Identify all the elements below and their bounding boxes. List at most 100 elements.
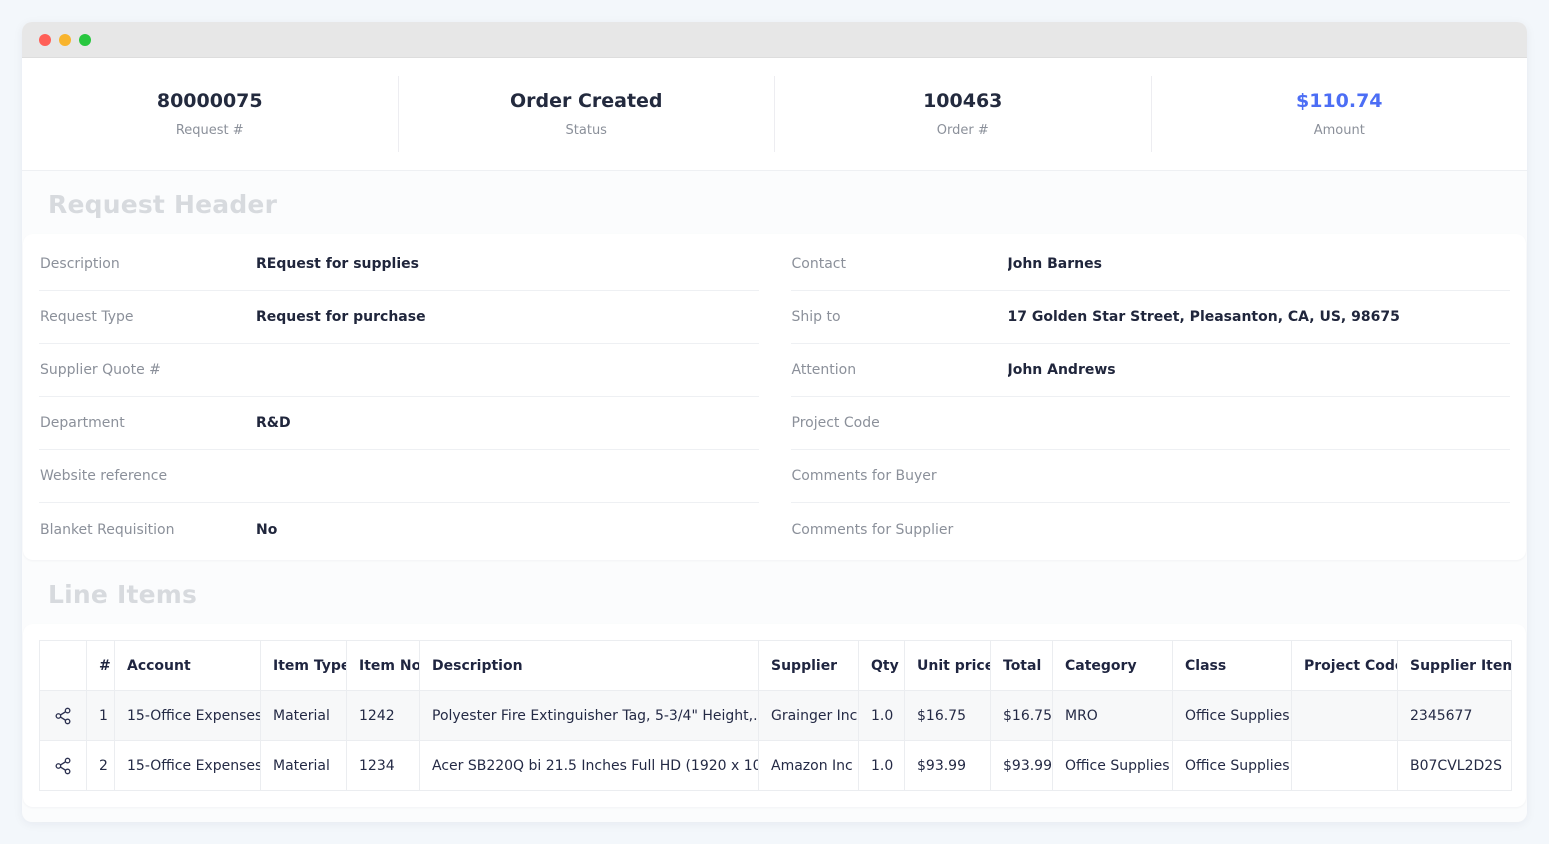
request-number-label: Request #: [22, 123, 398, 138]
request-header-card: Description REquest for supplies Request…: [23, 234, 1526, 560]
stat-status: Order Created Status: [399, 76, 776, 152]
field-project-code: Project Code: [791, 397, 1511, 450]
minimize-window-icon[interactable]: [59, 34, 71, 46]
cell-num: 2: [87, 741, 115, 791]
field-website-reference: Website reference: [39, 450, 759, 503]
amount-label: Amount: [1152, 123, 1528, 138]
line-items-card: # Account Item Type Item No Description …: [23, 624, 1526, 807]
table-row[interactable]: 1 15-Office Expenses Material 1242 Polye…: [40, 691, 1512, 741]
cell-description: Polyester Fire Extinguisher Tag, 5-3/4" …: [420, 691, 759, 741]
col-header-account: Account: [115, 641, 261, 691]
line-items-table: # Account Item Type Item No Description …: [39, 640, 1512, 791]
stat-request-number: 80000075 Request #: [22, 76, 399, 152]
field-label: Attention: [791, 362, 1008, 378]
cell-supplier: Amazon Inc: [759, 741, 859, 791]
row-actions-cell: [40, 691, 87, 741]
field-label: Blanket Requisition: [39, 522, 256, 538]
status-label: Status: [399, 123, 775, 138]
field-contact: Contact John Barnes: [791, 238, 1511, 291]
cell-num: 1: [87, 691, 115, 741]
col-header-class: Class: [1173, 641, 1292, 691]
table-row[interactable]: 2 15-Office Expenses Material 1234 Acer …: [40, 741, 1512, 791]
cell-category: Office Supplies: [1053, 741, 1173, 791]
field-label: Contact: [791, 256, 1008, 272]
cell-supplier-item: B07CVL2D2S: [1398, 741, 1512, 791]
cell-supplier-item: 2345677: [1398, 691, 1512, 741]
window-titlebar: [22, 22, 1527, 58]
share-icon[interactable]: [53, 756, 73, 776]
field-comments-for-buyer: Comments for Buyer: [791, 450, 1511, 503]
field-label: Supplier Quote #: [39, 362, 256, 378]
cell-item-no: 1234: [347, 741, 420, 791]
field-ship-to: Ship to 17 Golden Star Street, Pleasanto…: [791, 291, 1511, 344]
col-header-qty: Qty: [859, 641, 905, 691]
cell-supplier: Grainger Inc.: [759, 691, 859, 741]
close-window-icon[interactable]: [39, 34, 51, 46]
field-supplier-quote: Supplier Quote #: [39, 344, 759, 397]
cell-description: Acer SB220Q bi 21.5 Inches Full HD (1920…: [420, 741, 759, 791]
cell-class: Office Supplies: [1173, 741, 1292, 791]
cell-class: Office Supplies: [1173, 691, 1292, 741]
field-value: R&D: [256, 415, 291, 431]
field-label: Project Code: [791, 415, 1008, 431]
cell-category: MRO: [1053, 691, 1173, 741]
status-value: Order Created: [399, 90, 775, 112]
cell-total: $16.75: [991, 691, 1053, 741]
col-header-supplier: Supplier: [759, 641, 859, 691]
cell-item-type: Material: [261, 741, 347, 791]
stat-amount: $110.74 Amount: [1152, 76, 1528, 152]
cell-qty: 1.0: [859, 691, 905, 741]
col-header-item-type: Item Type: [261, 641, 347, 691]
field-request-type: Request Type Request for purchase: [39, 291, 759, 344]
col-header-supplier-item: Supplier Item #: [1398, 641, 1512, 691]
field-label: Request Type: [39, 309, 256, 325]
cell-unit-price: $16.75: [905, 691, 991, 741]
cell-unit-price: $93.99: [905, 741, 991, 791]
col-header-num: #: [87, 641, 115, 691]
field-value: Request for purchase: [256, 309, 426, 325]
summary-stats-bar: 80000075 Request # Order Created Status …: [22, 58, 1527, 170]
field-value: 17 Golden Star Street, Pleasanton, CA, U…: [1008, 309, 1400, 325]
col-header-category: Category: [1053, 641, 1173, 691]
cell-account: 15-Office Expenses: [115, 741, 261, 791]
cell-item-type: Material: [261, 691, 347, 741]
field-department: Department R&D: [39, 397, 759, 450]
row-actions-cell: [40, 741, 87, 791]
field-description: Description REquest for supplies: [39, 238, 759, 291]
col-header-project-code: Project Code: [1292, 641, 1398, 691]
app-window: 80000075 Request # Order Created Status …: [22, 22, 1527, 822]
field-value: John Barnes: [1008, 256, 1102, 272]
field-value: No: [256, 522, 277, 538]
cell-qty: 1.0: [859, 741, 905, 791]
cell-project-code: [1292, 741, 1398, 791]
col-header-total: Total: [991, 641, 1053, 691]
cell-account: 15-Office Expenses: [115, 691, 261, 741]
cell-item-no: 1242: [347, 691, 420, 741]
field-value: John Andrews: [1008, 362, 1116, 378]
col-header-description: Description: [420, 641, 759, 691]
stat-order-number: 100463 Order #: [775, 76, 1152, 152]
request-header-right-column: Contact John Barnes Ship to 17 Golden St…: [791, 238, 1511, 556]
field-label: Description: [39, 256, 256, 272]
field-attention: Attention John Andrews: [791, 344, 1511, 397]
maximize-window-icon[interactable]: [79, 34, 91, 46]
field-label: Website reference: [39, 468, 256, 484]
line-items-section-title: Line Items: [48, 580, 1527, 609]
field-label: Comments for Supplier: [791, 522, 1008, 538]
table-header-row: # Account Item Type Item No Description …: [40, 641, 1512, 691]
field-label: Comments for Buyer: [791, 468, 1008, 484]
field-comments-for-supplier: Comments for Supplier: [791, 503, 1511, 556]
field-label: Ship to: [791, 309, 1008, 325]
request-number-value: 80000075: [22, 90, 398, 112]
order-number-value: 100463: [775, 90, 1151, 112]
cell-total: $93.99: [991, 741, 1053, 791]
col-header-item-no: Item No: [347, 641, 420, 691]
request-header-section-title: Request Header: [48, 190, 1527, 219]
order-number-label: Order #: [775, 123, 1151, 138]
col-header-unit-price: Unit price: [905, 641, 991, 691]
share-icon[interactable]: [53, 706, 73, 726]
amount-value: $110.74: [1152, 90, 1528, 112]
field-blanket-requisition: Blanket Requisition No: [39, 503, 759, 556]
cell-project-code: [1292, 691, 1398, 741]
field-value: REquest for supplies: [256, 256, 419, 272]
